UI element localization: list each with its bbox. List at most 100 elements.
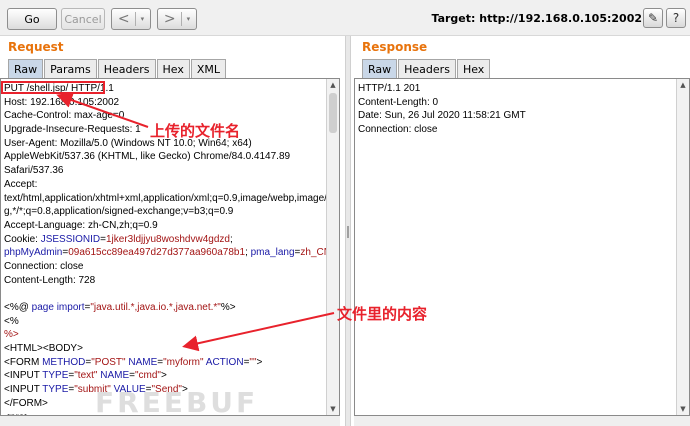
- request-line: Accept-Language: zh-CN,zh;q=0.9: [4, 219, 324, 233]
- cancel-button[interactable]: Cancel: [61, 8, 105, 30]
- text-segment: %>: [4, 329, 19, 341]
- text-segment: >: [160, 370, 167, 382]
- request-line: %>: [4, 328, 324, 342]
- text-segment: "POST": [91, 356, 126, 368]
- text-segment: g,*/*;q=0.8,application/signed-exchange;…: [4, 206, 234, 218]
- response-tab-hex[interactable]: Hex: [456, 59, 491, 78]
- text-segment: Content-Length: 0: [358, 96, 439, 108]
- text-segment: Date: Sun, 26 Jul 2020 11:58:21 GMT: [358, 110, 526, 122]
- request-line: <%: [4, 315, 324, 329]
- text-segment: Host: 192.168.0.105:2002: [4, 96, 120, 108]
- text-segment: >: [256, 356, 263, 368]
- request-tabs: Raw Params Headers Hex XML: [8, 59, 227, 78]
- text-segment: Accept-Language: zh-CN,zh;q=0.9: [4, 219, 158, 231]
- highlight-box: [1, 81, 105, 94]
- request-line: <HTML><BODY>: [4, 342, 324, 356]
- text-segment: NAME: [100, 370, 130, 382]
- help-button[interactable]: ?: [666, 8, 686, 28]
- request-line: Safari/537.36: [4, 164, 324, 178]
- request-line: g,*/*;q=0.8,application/signed-exchange;…: [4, 205, 324, 219]
- request-line: Accept:: [4, 178, 324, 192]
- toolbar: Go Cancel < ▾ > ▾ Target: http://192.168…: [0, 0, 690, 36]
- back-button[interactable]: < ▾: [111, 8, 151, 30]
- text-segment: TYPE: [42, 384, 69, 396]
- request-tab-xml[interactable]: XML: [190, 59, 227, 78]
- response-tab-headers[interactable]: Headers: [398, 59, 456, 78]
- text-segment: "myform": [163, 356, 204, 368]
- text-segment: "cmd": [134, 370, 161, 382]
- request-line: Cookie: JSESSIONID=1jker3ldjjyu8woshdvw4…: [4, 233, 324, 247]
- text-segment: Cookie:: [4, 233, 41, 245]
- text-segment: <%: [4, 315, 19, 327]
- text-segment: pma_lang: [250, 247, 295, 259]
- text-segment: Accept:: [4, 178, 38, 190]
- forward-dropdown-icon: ▾: [186, 15, 191, 23]
- request-line: <INPUT TYPE="text" NAME="cmd">: [4, 369, 324, 383]
- scroll-thumb[interactable]: [329, 93, 337, 133]
- forward-button[interactable]: > ▾: [157, 8, 197, 30]
- scroll-down-icon[interactable]: ▼: [327, 403, 339, 415]
- request-line: AppleWebKit/537.36 (KHTML, like Gecko) C…: [4, 150, 324, 164]
- request-tab-raw[interactable]: Raw: [8, 59, 44, 78]
- text-segment: phpMyAdmin: [4, 247, 63, 259]
- request-line: <FORM METHOD="POST" NAME="myform" ACTION…: [4, 356, 324, 370]
- request-tab-headers[interactable]: Headers: [97, 59, 156, 78]
- text-segment: Content-Length: 728: [4, 274, 96, 286]
- split-pane-divider[interactable]: [345, 36, 351, 426]
- response-tab-raw[interactable]: Raw: [362, 59, 398, 78]
- response-line: Connection: close: [358, 123, 674, 137]
- forward-arrow-icon: >: [163, 11, 176, 27]
- help-icon: ?: [672, 11, 680, 25]
- text-segment: "": [249, 356, 257, 368]
- text-segment: ACTION: [205, 356, 244, 368]
- response-scrollbar[interactable]: ▲ ▼: [676, 79, 689, 415]
- text-segment: <INPUT: [4, 370, 43, 382]
- text-segment: <INPUT: [4, 384, 43, 396]
- back-dropdown-icon: ▾: [140, 15, 145, 23]
- request-line: [4, 287, 324, 301]
- text-segment: JSESSIONID: [40, 233, 101, 245]
- text-segment: page: [31, 302, 54, 313]
- request-title: Request: [8, 40, 64, 54]
- text-segment: <HTML><BODY>: [4, 343, 83, 355]
- text-segment: "text": [74, 370, 98, 382]
- text-segment: ;: [229, 233, 233, 245]
- request-tab-hex[interactable]: Hex: [156, 59, 190, 78]
- request-scrollbar[interactable]: ▲ ▼: [326, 79, 339, 415]
- filename-annotation: 上传的文件名: [150, 122, 241, 140]
- request-tab-params[interactable]: Params: [44, 59, 97, 78]
- target-label: Target: http://192.168.0.105:2002: [431, 12, 643, 25]
- response-title: Response: [362, 40, 428, 54]
- text-segment: METHOD: [42, 356, 86, 368]
- request-line: text/html,application/xhtml+xml,applicat…: [4, 192, 339, 206]
- watermark: FREEBUF: [95, 386, 259, 419]
- text-segment: TYPE: [42, 370, 69, 382]
- pencil-icon: ✎: [647, 11, 659, 25]
- response-body: HTTP/1.1 201 Content-Length: 0 Date: Sun, …: [358, 82, 674, 137]
- request-line: <%@ page import="java.util.*,java.io.*,j…: [4, 301, 324, 315]
- scroll-up-icon[interactable]: ▲: [327, 79, 339, 91]
- response-editor[interactable]: HTTP/1.1 201 Content-Length: 0 Date: Sun, …: [354, 78, 690, 416]
- response-tabs: Raw Headers Hex: [362, 59, 491, 78]
- edit-target-button[interactable]: ✎: [643, 8, 663, 28]
- text-segment: "java.util.*,java.io.*,java.net.*": [90, 302, 221, 313]
- text-segment: Safari/537.36: [4, 165, 64, 177]
- text-segment: <FORM: [4, 356, 43, 368]
- content-annotation: 文件里的内容: [337, 305, 428, 323]
- response-line: HTTP/1.1 201: [358, 82, 674, 96]
- response-search-bar[interactable]: [354, 416, 690, 426]
- text-segment: NAME: [128, 356, 158, 368]
- scroll-up-icon[interactable]: ▲: [677, 79, 689, 91]
- text-segment: HTTP/1.1 201: [358, 83, 421, 94]
- response-line: Date: Sun, 26 Jul 2020 11:58:21 GMT: [358, 109, 674, 123]
- scroll-down-icon[interactable]: ▼: [677, 403, 689, 415]
- text-segment: %>: [220, 302, 236, 313]
- back-arrow-icon: <: [117, 11, 130, 27]
- text-segment: </FORM>: [4, 397, 48, 409]
- text-segment: text/html,application/xhtml+xml,applicat…: [4, 192, 340, 204]
- go-button[interactable]: Go: [7, 8, 57, 30]
- text-segment: Cache-Control: max-age=0: [4, 110, 125, 122]
- request-line: phpMyAdmin=09a615cc89ea497d27d377aa960a7…: [4, 246, 331, 260]
- request-line: Content-Length: 728: [4, 274, 324, 288]
- request-line: Connection: close: [4, 260, 324, 274]
